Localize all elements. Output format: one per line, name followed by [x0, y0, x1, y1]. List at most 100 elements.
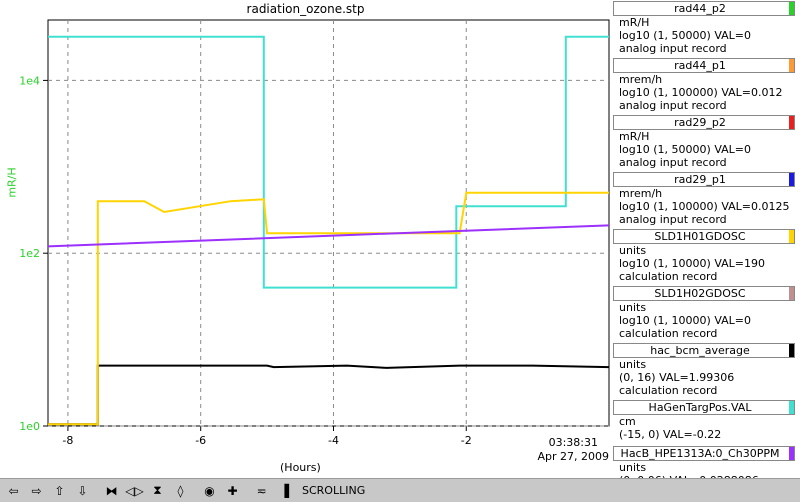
legend-color-swatch — [789, 116, 794, 129]
legend-detail-line: analog input record — [619, 213, 727, 226]
x-axis-label: (Hours) — [280, 461, 321, 474]
legend-detail-line: (0, 16) VAL=1.99306 — [619, 371, 735, 384]
zoom-out-horizontal-button[interactable]: ◁▷ — [125, 481, 144, 500]
legend-color-swatch — [789, 287, 794, 300]
legend-entry[interactable]: rad44_p1 mrem/h log10 (1, 100000) VAL=0.01… — [611, 57, 800, 114]
toolbar: ⇦ ⇨ ⇧ ⇩ ⧓ ◁▷ ⧗ ◊ ◉ ✚ ≂ ▐ SCROLLING — [0, 478, 800, 502]
zoom-in-horizontal-button[interactable]: ⧓ — [102, 481, 121, 500]
legend-detail-line: log10 (1, 10000) VAL=0 — [619, 314, 752, 327]
legend-name: HacB_HPE1313A:0_Ch30PPM — [620, 447, 780, 460]
scroll-mode-button[interactable]: ≂ — [252, 481, 271, 500]
timestamp-time: 03:38:31 — [548, 436, 598, 449]
legend-detail-line: calculation record — [619, 384, 718, 397]
legend-detail-line: log10 (1, 100000) VAL=0.012 — [619, 86, 783, 99]
legend-entry[interactable]: HaGenTargPos.VAL cm (-15, 0) VAL=-0.22 — [611, 399, 800, 445]
arrow-down-button[interactable]: ⇩ — [73, 481, 92, 500]
legend-detail-line: mrem/h — [619, 187, 663, 200]
x-tick-label: -6 — [195, 434, 206, 447]
zoom-in-vertical-icon: ⧗ — [153, 483, 162, 497]
stop-scroll-button[interactable]: ▐ — [275, 481, 294, 500]
arrow-right-icon: ⇨ — [31, 483, 42, 498]
legend-detail-line: mrem/h — [619, 73, 663, 86]
legend-detail-line: units — [619, 301, 647, 314]
legend-name-box[interactable]: rad29_p1 — [613, 172, 795, 187]
legend-name: SLD1H02GDOSC — [654, 287, 746, 300]
mode-status-label: SCROLLING — [302, 484, 366, 497]
arrow-left-button[interactable]: ⇦ — [4, 481, 23, 500]
legend-panel: rad44_p2 mR/H log10 (1, 50000) VAL=0 analog… — [611, 0, 800, 500]
chart-title: radiation_ozone.stp — [246, 2, 365, 16]
x-tick-label: -4 — [328, 434, 339, 447]
legend-color-swatch — [789, 344, 794, 357]
timestamp-date: Apr 27, 2009 — [537, 450, 609, 463]
legend-color-swatch — [789, 401, 794, 414]
plot-area[interactable]: -8 -6 -4 -2 1e0 1e2 1e4 radiation_ozone.stp mR… — [0, 0, 611, 474]
legend-detail-line: log10 (1, 50000) VAL=0 — [619, 143, 752, 156]
legend-detail-line: units — [619, 461, 647, 474]
arrow-up-icon: ⇧ — [54, 483, 65, 498]
legend-entry[interactable]: SLD1H01GDOSC units log10 (1, 10000) VAL=19… — [611, 228, 800, 285]
legend-name: rad44_p2 — [674, 2, 726, 15]
reset-button[interactable]: ◉ — [200, 481, 219, 500]
x-tick-label: -2 — [461, 434, 472, 447]
legend-detail-line: analog input record — [619, 42, 727, 55]
legend-name-box[interactable]: HaGenTargPos.VAL — [613, 400, 795, 415]
legend-name-box[interactable]: HacB_HPE1313A:0_Ch30PPM — [613, 446, 795, 461]
reset-icon: ◉ — [204, 483, 215, 498]
y-tick-label: 1e2 — [19, 247, 40, 260]
legend-detail-line: analog input record — [619, 156, 727, 169]
legend-color-swatch — [789, 59, 794, 72]
legend-name: rad29_p1 — [674, 173, 726, 186]
legend-entry[interactable]: rad44_p2 mR/H log10 (1, 50000) VAL=0 analog… — [611, 0, 800, 57]
legend-color-swatch — [789, 230, 794, 243]
legend-name-box[interactable]: rad44_p1 — [613, 58, 795, 73]
legend-name: rad29_p2 — [674, 116, 726, 129]
scroll-mode-icon: ≂ — [256, 483, 267, 498]
legend-entry[interactable]: SLD1H02GDOSC units log10 (1, 10000) VAL=0 c… — [611, 285, 800, 342]
legend-entry[interactable]: rad29_p1 mrem/h log10 (1, 100000) VAL=0.01… — [611, 171, 800, 228]
zoom-in-horizontal-icon: ⧓ — [105, 483, 118, 498]
series-line — [48, 191, 609, 426]
chart-svg: -8 -6 -4 -2 1e0 1e2 1e4 — [19, 19, 610, 447]
legend-color-swatch — [789, 2, 794, 15]
legend-detail-line: analog input record — [619, 99, 727, 112]
x-tick-label: -8 — [62, 434, 73, 447]
zoom-in-vertical-button[interactable]: ⧗ — [148, 481, 167, 500]
series-line — [47, 224, 610, 248]
legend-name: SLD1H01GDOSC — [654, 230, 746, 243]
zoom-out-vertical-button[interactable]: ◊ — [171, 481, 190, 500]
zoom-out-horizontal-icon: ◁▷ — [125, 483, 144, 498]
legend-name: hac_bcm_average — [650, 344, 750, 357]
series-line — [48, 364, 610, 426]
zoom-out-vertical-icon: ◊ — [177, 483, 184, 498]
arrow-down-icon: ⇩ — [77, 483, 88, 498]
legend-name-box[interactable]: rad44_p2 — [613, 1, 795, 16]
legend-detail-line: units — [619, 358, 647, 371]
legend-name-box[interactable]: hac_bcm_average — [613, 343, 795, 358]
legend-detail-line: log10 (1, 50000) VAL=0 — [619, 29, 752, 42]
cross-button[interactable]: ✚ — [223, 481, 242, 500]
legend-name: rad44_p1 — [674, 59, 726, 72]
arrow-right-button[interactable]: ⇨ — [27, 481, 46, 500]
legend-detail-line: (-15, 0) VAL=-0.22 — [619, 428, 722, 441]
legend-detail-line: log10 (1, 10000) VAL=190 — [619, 257, 766, 270]
legend-entry[interactable]: hac_bcm_average units (0, 16) VAL=1.99306 c… — [611, 342, 800, 399]
arrow-left-icon: ⇦ — [8, 483, 19, 498]
cross-icon: ✚ — [227, 483, 238, 498]
legend-detail-line: log10 (1, 100000) VAL=0.0125 — [619, 200, 790, 213]
legend-detail-line: mR/H — [619, 130, 650, 143]
series-line — [48, 35, 609, 289]
arrow-up-button[interactable]: ⇧ — [50, 481, 69, 500]
legend-detail-line: units — [619, 244, 647, 257]
legend-detail-line: cm — [619, 415, 636, 428]
legend-entry[interactable]: rad29_p2 mR/H log10 (1, 50000) VAL=0 analog… — [611, 114, 800, 171]
legend-detail-line: calculation record — [619, 327, 718, 340]
legend-name: HaGenTargPos.VAL — [648, 401, 752, 414]
stop-scroll-icon: ▐ — [279, 483, 290, 498]
legend-name-box[interactable]: SLD1H02GDOSC — [613, 286, 795, 301]
y-axis-label: mR/H — [5, 167, 19, 198]
legend-detail-line: mR/H — [619, 16, 650, 29]
legend-color-swatch — [789, 173, 794, 186]
legend-name-box[interactable]: rad29_p2 — [613, 115, 795, 130]
legend-name-box[interactable]: SLD1H01GDOSC — [613, 229, 795, 244]
